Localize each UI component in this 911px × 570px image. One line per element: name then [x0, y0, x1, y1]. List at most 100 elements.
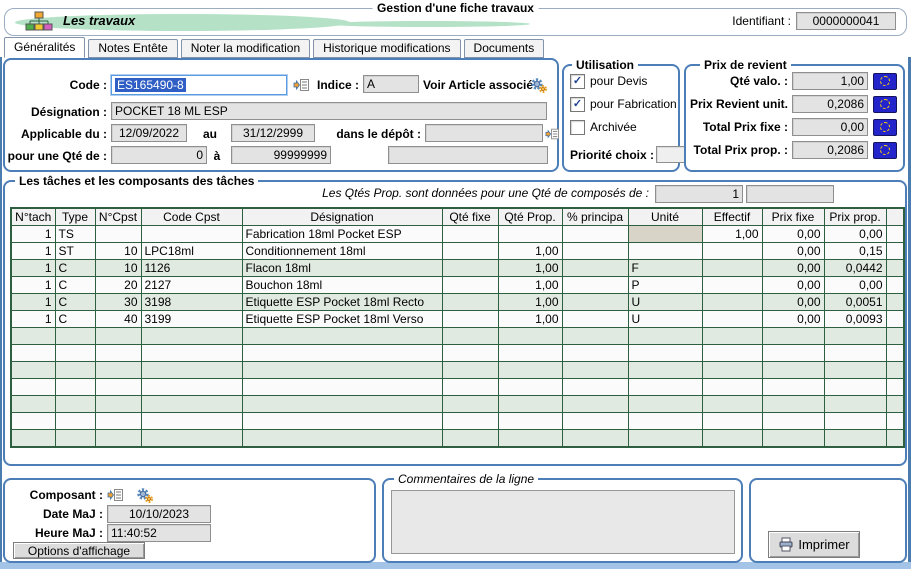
table-cell	[824, 328, 886, 345]
commentaires-textarea[interactable]	[391, 490, 735, 554]
table-cell: Fabrication 18ml Pocket ESP	[242, 226, 442, 243]
eu-flag-icon[interactable]	[873, 142, 897, 159]
logo-swoosh-tail	[325, 21, 530, 27]
checkbox-pour-fabrication[interactable]: ✓pour Fabrication	[570, 96, 678, 112]
column-header-code-cpst: Code Cpst	[141, 208, 242, 226]
column-header-n-cpst: N°Cpst	[95, 208, 141, 226]
applicable-to-field[interactable]: 31/12/2999	[231, 124, 315, 142]
designation-field[interactable]: POCKET 18 ML ESP	[111, 102, 547, 120]
qte-from-field[interactable]: 0	[111, 146, 207, 164]
column-header-effectif: Effectif	[702, 208, 762, 226]
table-cell: 0,00	[824, 226, 886, 243]
table-cell	[242, 345, 442, 362]
table-cell: C	[55, 311, 95, 328]
table-cell	[824, 413, 886, 430]
qte-extra-field	[388, 146, 548, 164]
tab-documents[interactable]: Documents	[464, 39, 545, 58]
table-row[interactable]: 1TSFabrication 18ml Pocket ESP1,000,000,…	[11, 226, 904, 243]
checkbox-pour-devis[interactable]: ✓pour Devis	[570, 73, 678, 89]
table-cell	[55, 413, 95, 430]
applicable-du-label: Applicable du :	[7, 124, 107, 144]
tab-historique-modifications[interactable]: Historique modifications	[313, 39, 460, 58]
checkbox-unchecked-icon	[570, 120, 585, 135]
table-cell	[55, 430, 95, 448]
table-cell: 0,0093	[824, 311, 886, 328]
table-cell: Flacon 18ml	[242, 260, 442, 277]
column-header-prix-prop: Prix prop.	[824, 208, 886, 226]
table-row[interactable]: 1C403199Etiquette ESP Pocket 18ml Verso1…	[11, 311, 904, 328]
org-chart-icon	[25, 11, 53, 33]
table-row[interactable]	[11, 345, 904, 362]
table-row[interactable]: 1C101126Flacon 18ml1,00F0,000,0442	[11, 260, 904, 277]
qte-to-field[interactable]: 99999999	[231, 146, 331, 164]
table-cell-filler	[886, 379, 904, 396]
application-window: Gestion d'une fiche travaux Les travaux …	[0, 0, 911, 570]
table-cell	[442, 311, 498, 328]
eu-stars-circle	[880, 122, 890, 132]
table-row[interactable]: 1ST10LPC18mlConditionnement 18ml1,000,00…	[11, 243, 904, 260]
table-row[interactable]	[11, 396, 904, 413]
taches-title: Les tâches et les composants des tâches	[15, 174, 258, 188]
table-row[interactable]: 1C303198Etiquette ESP Pocket 18ml Recto1…	[11, 294, 904, 311]
table-row[interactable]	[11, 362, 904, 379]
table-cell-filler	[886, 277, 904, 294]
applicable-from-field[interactable]: 12/09/2022	[111, 124, 187, 142]
eu-flag-icon[interactable]	[873, 96, 897, 113]
table-cell	[141, 379, 242, 396]
qte-composes-field[interactable]: 1	[655, 185, 743, 203]
table-cell	[11, 345, 55, 362]
code-input[interactable]: ES165490-8	[111, 75, 287, 95]
pick-list-icon[interactable]	[293, 78, 309, 92]
checkbox-archiv-e[interactable]: Archivée	[570, 119, 678, 135]
gear-icon[interactable]	[529, 77, 548, 94]
table-cell	[442, 362, 498, 379]
gear-icon[interactable]	[135, 487, 154, 504]
table-row[interactable]	[11, 413, 904, 430]
table-cell	[11, 362, 55, 379]
pick-list-icon[interactable]	[545, 127, 559, 141]
table-cell: 1,00	[498, 311, 562, 328]
eu-flag-icon[interactable]	[873, 119, 897, 136]
table-cell	[762, 379, 824, 396]
table-cell: 0,0442	[824, 260, 886, 277]
table-cell	[141, 362, 242, 379]
table-cell	[141, 328, 242, 345]
table-cell	[442, 328, 498, 345]
table-cell: 2127	[141, 277, 242, 294]
table-cell	[11, 396, 55, 413]
table-cell: 10	[95, 260, 141, 277]
tab-notes-ent-te[interactable]: Notes Entête	[88, 39, 177, 58]
designation-label: Désignation :	[7, 102, 107, 122]
imprimer-button[interactable]: Imprimer	[768, 531, 860, 558]
table-row[interactable]: 1C202127Bouchon 18ml1,00P0,000,00	[11, 277, 904, 294]
taches-table: N°tachTypeN°CpstCode CpstDésignationQté …	[10, 207, 905, 448]
table-row[interactable]	[11, 430, 904, 448]
table-cell: 0,00	[762, 277, 824, 294]
table-cell: ST	[55, 243, 95, 260]
table-cell	[442, 345, 498, 362]
pick-list-icon[interactable]	[107, 488, 123, 502]
table-cell	[762, 430, 824, 448]
table-cell: 1,00	[702, 226, 762, 243]
depot-field[interactable]	[425, 124, 543, 142]
table-cell	[498, 413, 562, 430]
tab-g-n-ralit-s[interactable]: Généralités	[4, 37, 85, 58]
eu-stars-circle	[880, 145, 890, 155]
table-cell	[702, 345, 762, 362]
table-cell	[562, 294, 628, 311]
prix-de-revient-group: Prix de revient Qté valo. :1,00Prix Revi…	[684, 64, 905, 172]
table-cell	[442, 243, 498, 260]
table-cell: 10	[95, 243, 141, 260]
table-cell	[242, 362, 442, 379]
eu-flag-icon[interactable]	[873, 73, 897, 90]
table-cell: C	[55, 260, 95, 277]
tab-noter-la-modification[interactable]: Noter la modification	[181, 39, 310, 58]
indice-field[interactable]: A	[363, 75, 419, 93]
date-maj-field: 10/10/2023	[107, 505, 211, 523]
table-row[interactable]	[11, 328, 904, 345]
options-affichage-button[interactable]: Options d'affichage	[13, 542, 145, 559]
table-cell: 20	[95, 277, 141, 294]
heure-maj-field: 11:40:52	[107, 524, 211, 542]
table-row[interactable]	[11, 379, 904, 396]
qte-composes-extra-field	[746, 185, 834, 203]
